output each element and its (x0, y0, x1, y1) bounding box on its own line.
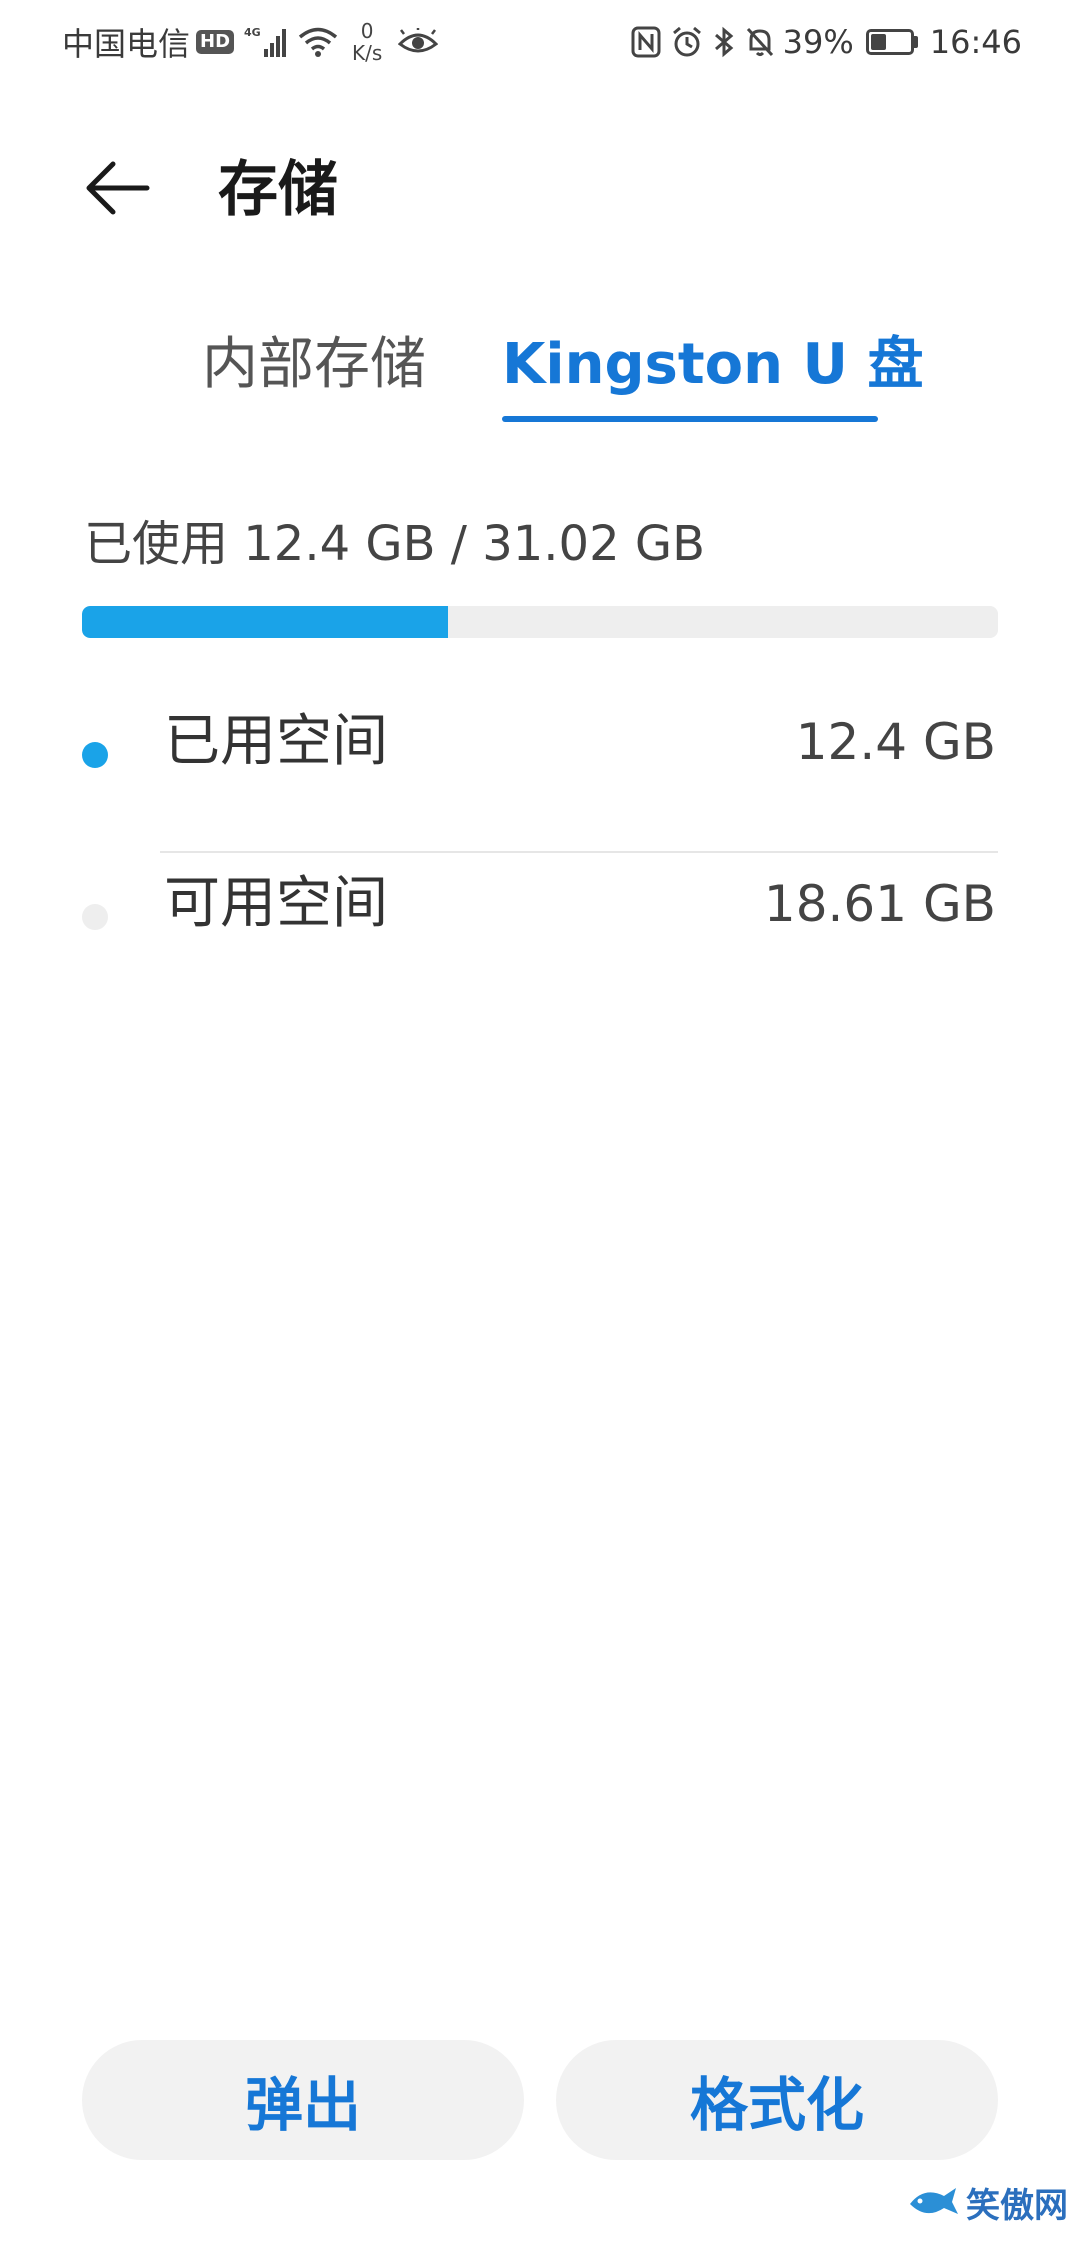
wifi-icon (298, 26, 338, 58)
mute-bell-icon (745, 26, 775, 58)
used-space-label: 已用空间 (164, 709, 388, 774)
network-speed: 0 K/s (352, 20, 382, 64)
legend-row-used: 已用空间 12.4 GB (0, 702, 1080, 842)
usage-summary: 已使用 12.4 GB / 31.02 GB (84, 516, 706, 572)
eye-icon (398, 28, 439, 56)
battery-tip (913, 36, 918, 48)
used-space-dot-icon (82, 742, 108, 768)
status-right: 39% 16:46 (621, 18, 1022, 66)
signal-icon: 4G (244, 25, 288, 59)
clock: 16:46 (929, 23, 1022, 61)
nfc-icon (631, 26, 661, 58)
battery-icon (865, 29, 914, 55)
free-space-value: 18.61 GB (763, 875, 996, 933)
alarm-icon (671, 26, 703, 58)
page-title: 存储 (218, 155, 338, 225)
battery-percent: 39% (782, 23, 854, 61)
usage-progress-bar (82, 606, 998, 638)
bluetooth-icon (713, 26, 735, 58)
hd-icon: HD (196, 30, 235, 54)
watermark-text: 笑傲网 (966, 2185, 1068, 2226)
eject-button[interactable]: 弹出 (82, 2040, 524, 2160)
tab-internal-storage[interactable]: 内部存储 (202, 320, 426, 430)
status-bar: 中国电信 HD 4G 0 K/s 39% 16:46 (0, 0, 1080, 84)
free-space-label: 可用空间 (164, 871, 388, 936)
back-button[interactable] (70, 140, 166, 236)
speed-unit: K/s (352, 41, 383, 65)
fish-logo-icon (910, 2188, 958, 2214)
tab-indicator (502, 416, 878, 422)
storage-tabs: 内部存储 Kingston U 盘 (0, 320, 1080, 430)
tab-usb-drive[interactable]: Kingston U 盘 (502, 320, 923, 430)
usage-progress-fill (82, 606, 449, 638)
speed-value: 0 (360, 19, 374, 43)
app-bar: 存储 (0, 110, 1080, 250)
status-left: 中国电信 HD 4G 0 K/s (62, 18, 439, 66)
carrier-name: 中国电信 (62, 25, 191, 63)
battery-level (870, 34, 886, 50)
network-type-label: 4G (244, 26, 261, 39)
free-space-dot-icon (82, 904, 108, 930)
storage-screen: 中国电信 HD 4G 0 K/s 39% 16:46 存储 内部存储 Kings… (0, 0, 1080, 2244)
watermark: 笑傲网 (906, 2170, 1068, 2234)
back-arrow-icon (86, 161, 150, 215)
format-button[interactable]: 格式化 (556, 2040, 998, 2160)
used-space-value: 12.4 GB (795, 713, 996, 771)
legend-divider (160, 851, 998, 853)
legend-row-free: 可用空间 18.61 GB (0, 864, 1080, 1004)
